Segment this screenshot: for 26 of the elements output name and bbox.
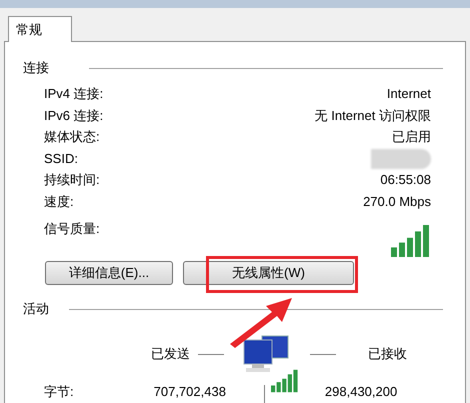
signal-icon [391,225,431,257]
section-heading: 连接 [23,59,49,78]
annotation-arrow [228,296,294,348]
blurred-value [371,148,431,168]
field-label: 持续时间: [44,171,100,189]
field-value: 270.0 Mbps [363,192,431,211]
field-value: 无 Internet 访问权限 [314,106,431,124]
bytes-received: 298,430,200 [324,382,398,400]
field-value: 已启用 [392,128,431,146]
bytes-sent: 707,702,438 [154,382,226,400]
field-label: 媒体状态: [44,128,100,146]
section-heading: 活动 [23,300,49,318]
field-value: Internet [386,85,431,103]
dialog-button[interactable]: 详细信息(E)... [45,261,173,285]
field-label: SSID: [44,150,78,168]
bytes-label: 字节: [44,382,74,400]
sent-label: 已发送 [151,345,190,364]
field-label: IPv6 连接: [44,106,104,124]
received-label: 已接收 [368,345,407,364]
tab[interactable]: 常规 [8,16,72,42]
signal-icon [270,369,299,393]
field-label: IPv4 连接: [44,85,104,103]
field-value: 06:55:08 [380,171,431,189]
field-label: 速度: [44,192,74,210]
field-label: 信号质量: [44,220,100,238]
dialog-button[interactable]: 无线属性(W) [183,261,354,285]
